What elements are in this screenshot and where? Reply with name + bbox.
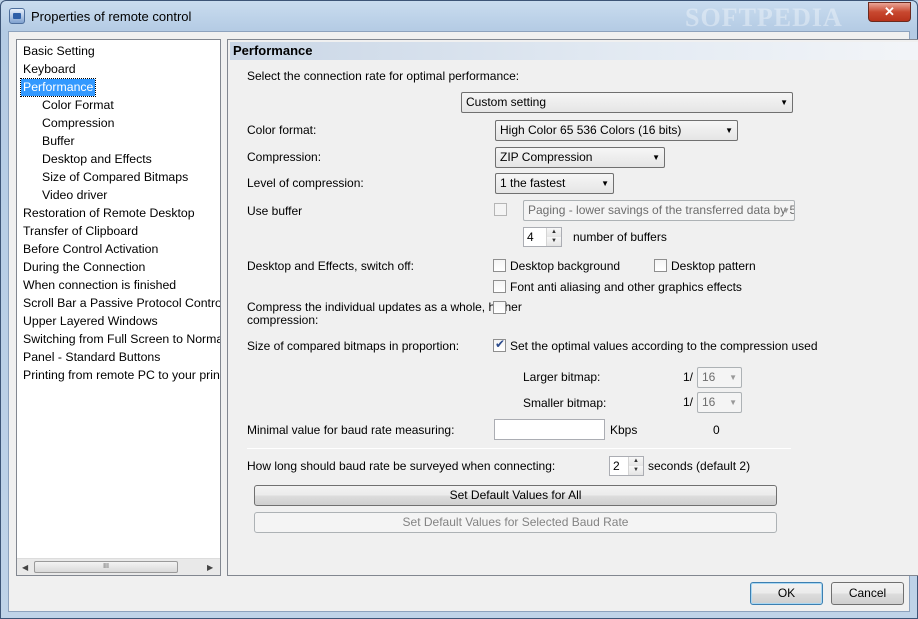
- tree-item[interactable]: Performance: [19, 78, 97, 97]
- font-aa-checkbox[interactable]: [493, 280, 506, 293]
- color-format-value: High Color 65 536 Colors (16 bits): [500, 123, 682, 137]
- buffers-count-value: 4: [527, 230, 534, 244]
- optimal-values-checkbox[interactable]: [493, 337, 506, 352]
- desktop-pattern-checkbox[interactable]: [654, 259, 667, 272]
- chevron-down-icon: ▼: [729, 398, 737, 407]
- baud-min-input[interactable]: [494, 419, 605, 440]
- tree-item[interactable]: Compression: [40, 115, 116, 132]
- survey-label: How long should baud rate be surveyed wh…: [247, 459, 556, 473]
- font-aa-label: Font anti aliasing and other graphics ef…: [510, 280, 742, 294]
- tree-item[interactable]: Printing from remote PC to your printer: [21, 367, 220, 384]
- use-buffer-checkbox[interactable]: [494, 203, 507, 216]
- color-format-combo[interactable]: High Color 65 536 Colors (16 bits) ▼: [495, 120, 738, 141]
- tree-item[interactable]: Basic Setting: [21, 43, 97, 60]
- level-label: Level of compression:: [247, 176, 364, 190]
- baud-readout: 0: [713, 423, 720, 437]
- window-title: Properties of remote control: [31, 9, 192, 24]
- paging-combo[interactable]: Paging - lower savings of the transferre…: [523, 200, 795, 221]
- chevron-down-icon: ▼: [652, 153, 660, 162]
- larger-bitmap-prefix: 1/: [683, 370, 694, 384]
- spin-down-icon[interactable]: ▼: [547, 237, 561, 246]
- desktop-effects-label: Desktop and Effects, switch off:: [247, 259, 414, 273]
- baud-min-label: Minimal value for baud rate measuring:: [247, 423, 455, 437]
- baud-unit: Kbps: [610, 423, 638, 437]
- scroll-thumb[interactable]: III: [34, 561, 178, 573]
- title-bar[interactable]: Properties of remote control SOFTPEDIA ✕: [1, 1, 917, 32]
- tree-item[interactable]: Size of Compared Bitmaps: [40, 169, 190, 186]
- spin-down-icon[interactable]: ▼: [629, 466, 643, 475]
- level-value: 1 the fastest: [500, 176, 566, 190]
- smaller-bitmap-value: 16: [702, 395, 716, 409]
- smaller-bitmap-label: Smaller bitmap:: [523, 396, 607, 410]
- paging-value: Paging - lower savings of the transferre…: [528, 203, 795, 217]
- settings-tree[interactable]: Basic Setting Keyboard Performance Color Fo…: [16, 39, 221, 576]
- tree-hscrollbar[interactable]: ◀ III ▶: [17, 558, 220, 575]
- color-format-label: Color format:: [247, 123, 317, 137]
- tree-item[interactable]: Desktop and Effects: [40, 151, 154, 168]
- desktop-background-checkbox[interactable]: [493, 259, 506, 272]
- app-icon: [9, 8, 25, 24]
- larger-bitmap-value: 16: [702, 370, 716, 384]
- buffers-count-stepper[interactable]: 4 ▲ ▼: [523, 227, 562, 247]
- tree-item[interactable]: Panel - Standard Buttons: [21, 349, 162, 366]
- level-combo[interactable]: 1 the fastest ▼: [495, 173, 614, 194]
- tree-item[interactable]: When connection is finished: [21, 277, 178, 294]
- dialog-client: Basic Setting Keyboard Performance Color Fo…: [8, 31, 918, 612]
- tree-item[interactable]: Scroll Bar a Passive Protocol Control: [21, 295, 220, 312]
- connection-rate-label: Select the connection rate for optimal p…: [247, 69, 520, 83]
- tree-item[interactable]: Keyboard: [21, 61, 78, 78]
- close-button[interactable]: ✕: [868, 2, 911, 22]
- close-icon: ✕: [884, 4, 895, 19]
- compression-label: Compression:: [247, 150, 322, 164]
- performance-panel: Performance Select the connection rate f…: [227, 39, 918, 576]
- spin-up-icon[interactable]: ▲: [629, 457, 643, 466]
- tree-item[interactable]: Color Format: [40, 97, 116, 114]
- chevron-down-icon: ▼: [729, 373, 737, 382]
- chevron-down-icon: ▼: [780, 98, 788, 107]
- set-default-selected-button[interactable]: Set Default Values for Selected Baud Rat…: [254, 512, 777, 533]
- tree-item[interactable]: Switching from Full Screen to Normal: [21, 331, 220, 348]
- smaller-bitmap-combo[interactable]: 16 ▼: [697, 392, 742, 413]
- scroll-left-icon[interactable]: ◀: [22, 563, 28, 572]
- properties-window: Properties of remote control SOFTPEDIA ✕…: [0, 0, 918, 619]
- survey-unit: seconds (default 2): [648, 459, 751, 473]
- larger-bitmap-combo[interactable]: 16 ▼: [697, 367, 742, 388]
- survey-seconds-value: 2: [613, 459, 620, 473]
- compress-updates-label-cont: compression:: [247, 313, 319, 327]
- tree-item[interactable]: Before Control Activation: [21, 241, 160, 258]
- use-buffer-label: Use buffer: [247, 204, 303, 218]
- chevron-down-icon: ▼: [725, 126, 733, 135]
- tree-item[interactable]: Buffer: [40, 133, 77, 150]
- tree-item[interactable]: During the Connection: [21, 259, 147, 276]
- panel-header: Performance: [230, 42, 918, 60]
- scroll-right-icon[interactable]: ▶: [207, 563, 213, 572]
- compress-updates-checkbox[interactable]: [493, 301, 506, 314]
- optimal-values-label: Set the optimal values according to the …: [510, 339, 818, 353]
- chevron-down-icon: ▼: [782, 206, 790, 215]
- desktop-background-label: Desktop background: [510, 259, 621, 273]
- survey-seconds-stepper[interactable]: 2 ▲ ▼: [609, 456, 644, 476]
- tree-item[interactable]: Video driver: [40, 187, 109, 204]
- separator: [247, 448, 791, 449]
- larger-bitmap-label: Larger bitmap:: [523, 370, 601, 384]
- compression-combo[interactable]: ZIP Compression ▼: [495, 147, 665, 168]
- spin-up-icon[interactable]: ▲: [547, 228, 561, 237]
- chevron-down-icon: ▼: [601, 179, 609, 188]
- connection-rate-value: Custom setting: [466, 95, 547, 109]
- bitmaps-label: Size of compared bitmaps in proportion:: [247, 339, 460, 353]
- cancel-button[interactable]: Cancel: [831, 582, 904, 605]
- smaller-bitmap-prefix: 1/: [683, 395, 694, 409]
- set-default-all-button[interactable]: Set Default Values for All: [254, 485, 777, 506]
- watermark-text: SOFTPEDIA: [685, 3, 843, 32]
- tree-item[interactable]: Upper Layered Windows: [21, 313, 160, 330]
- connection-rate-combo[interactable]: Custom setting ▼: [461, 92, 793, 113]
- desktop-pattern-label: Desktop pattern: [671, 259, 756, 273]
- compress-updates-label: Compress the individual updates as a who…: [247, 300, 522, 314]
- tree-item[interactable]: Transfer of Clipboard: [21, 223, 140, 240]
- compression-value: ZIP Compression: [500, 150, 593, 164]
- ok-button[interactable]: OK: [750, 582, 823, 605]
- tree-item[interactable]: Restoration of Remote Desktop: [21, 205, 197, 222]
- buffers-label: number of buffers: [573, 230, 667, 244]
